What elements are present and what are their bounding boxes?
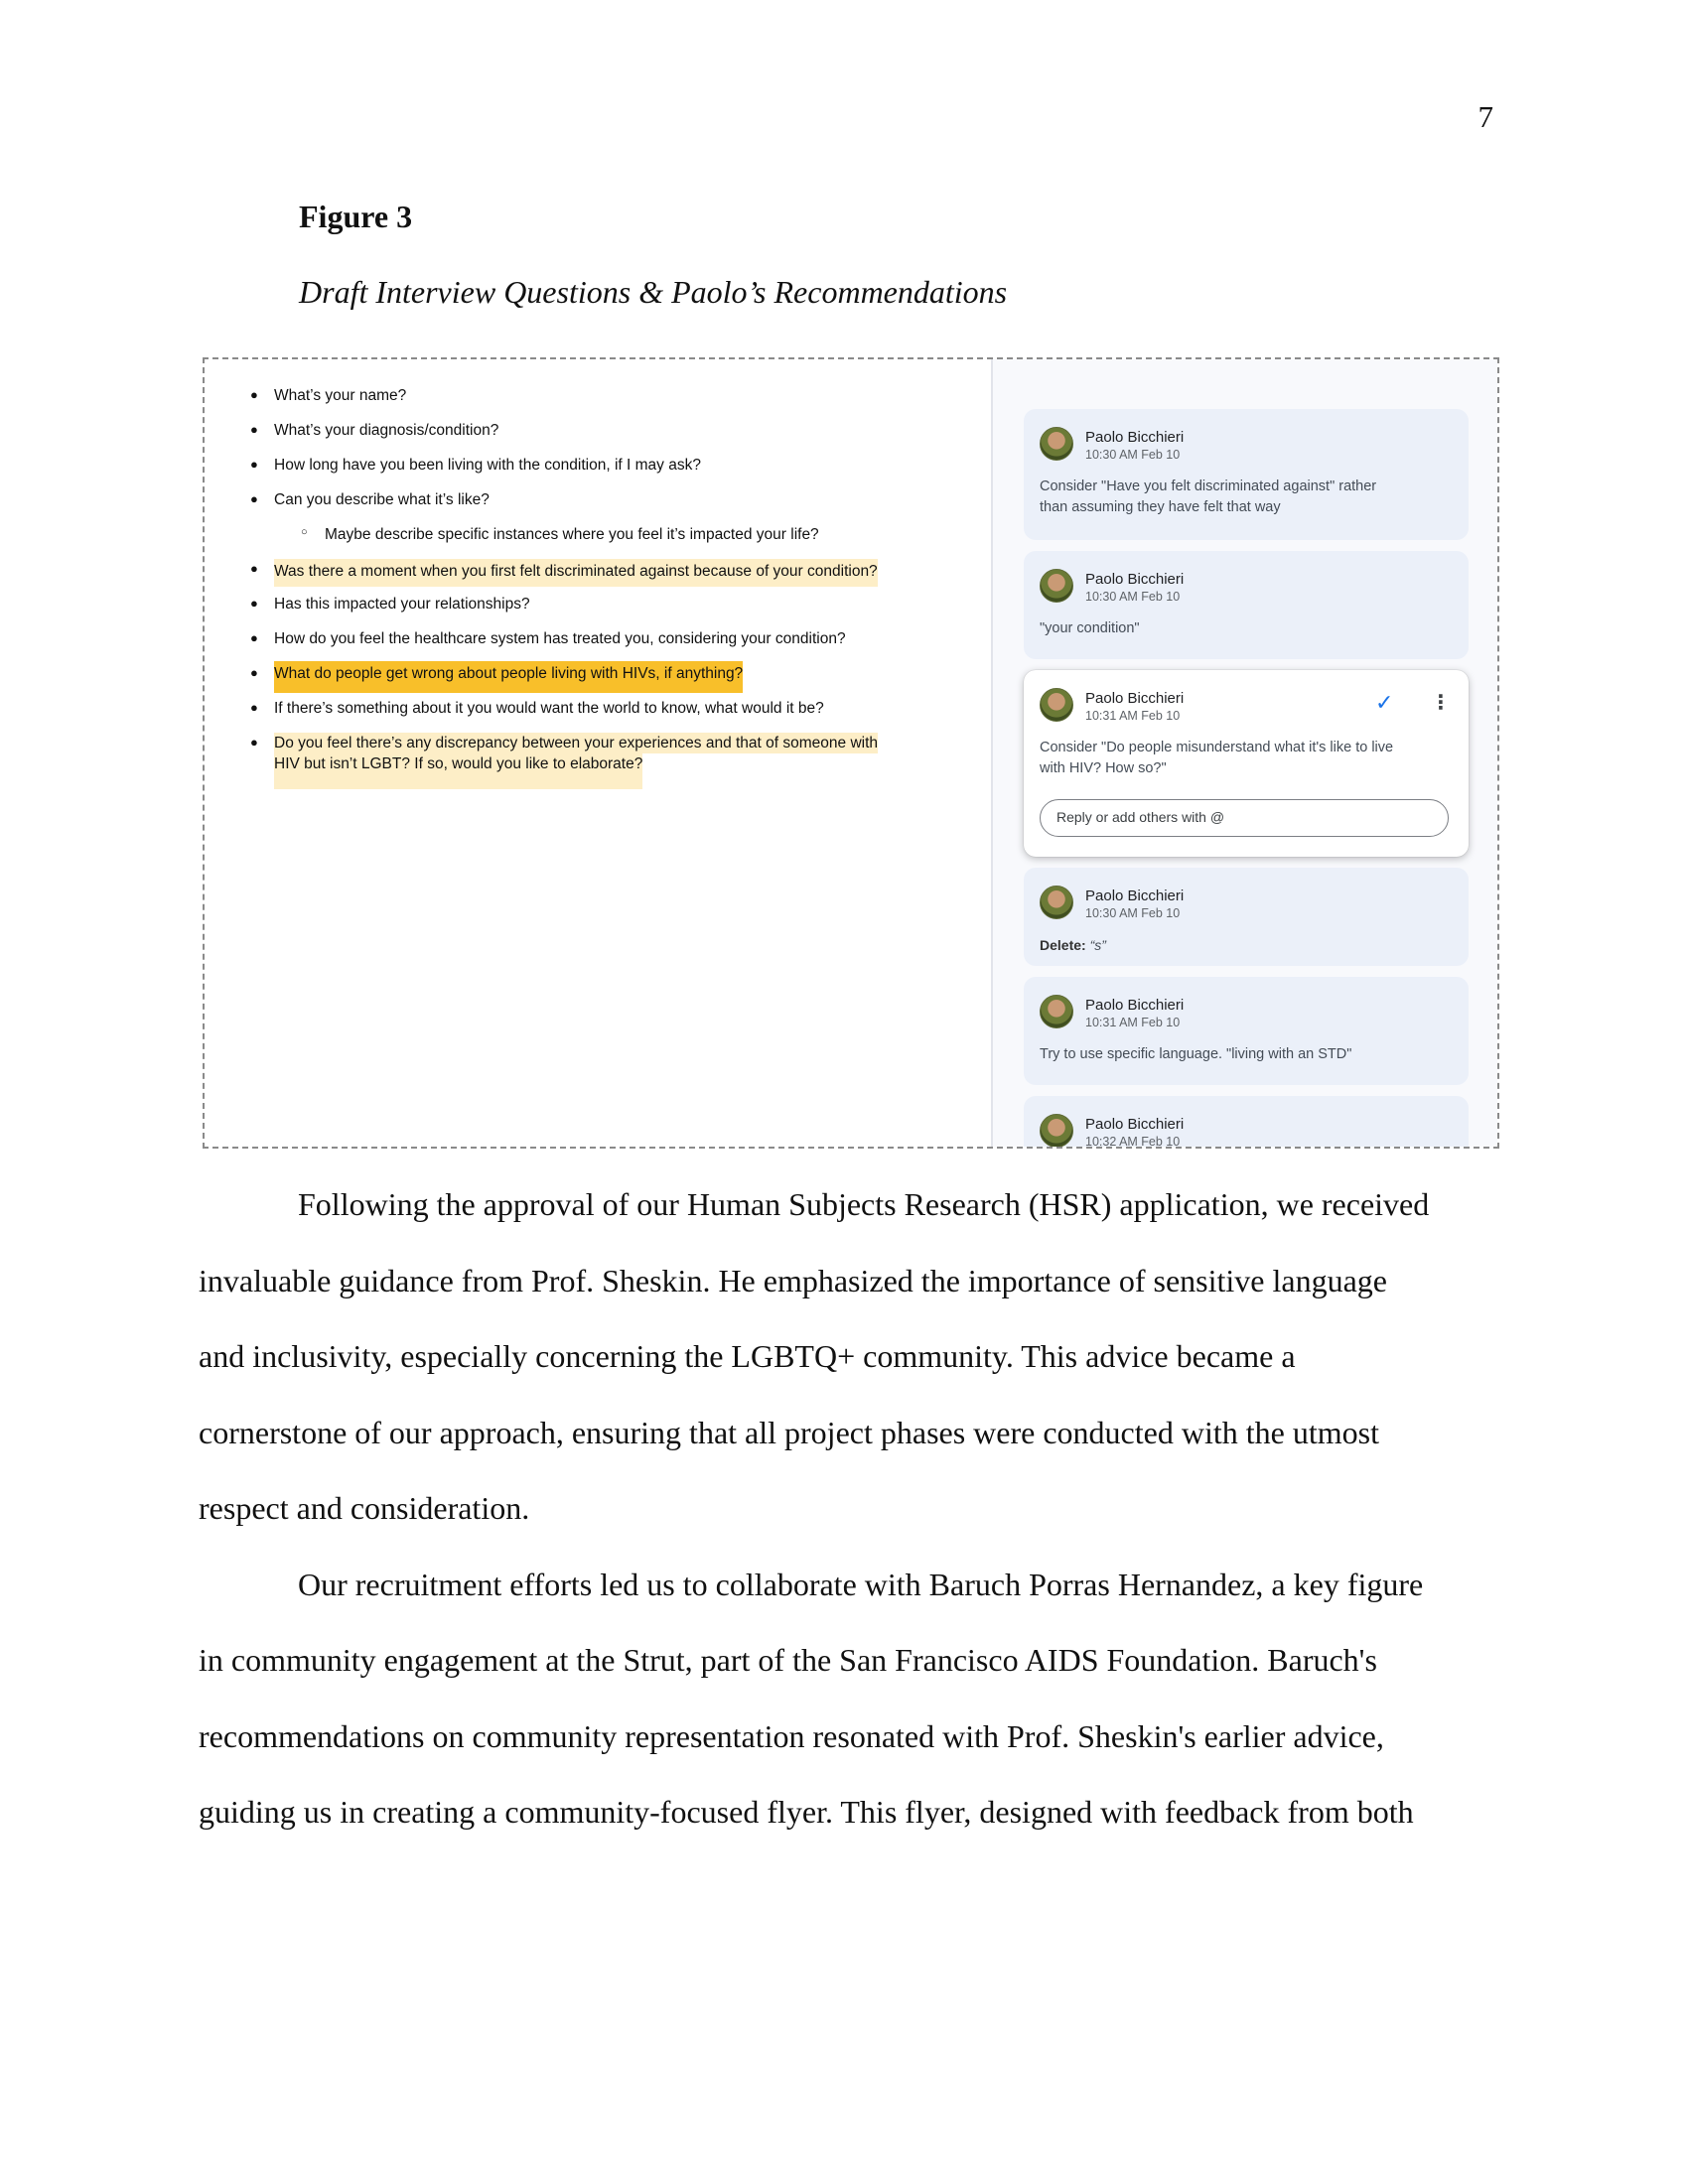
comments-sidebar: Paolo Bicchieri 10:30 AM Feb 10 Consider… bbox=[991, 359, 1497, 1147]
comment-text: Consider "Have you felt discriminated ag… bbox=[1040, 478, 1377, 494]
question-item-highlighted[interactable]: Was there a moment when you first felt d… bbox=[274, 559, 878, 587]
question-item: Can you describe what it’s like? bbox=[274, 491, 490, 508]
body-line: cornerstone of our approach, ensuring th… bbox=[199, 1414, 1379, 1450]
comment-author: Paolo Bicchieri bbox=[1085, 429, 1185, 446]
bullet: ● bbox=[250, 491, 258, 506]
comment-text: Try to use specific language. "living wi… bbox=[1040, 1046, 1352, 1062]
question-subitem: Maybe describe specific instances where … bbox=[325, 526, 819, 543]
question-item-highlighted[interactable]: Do you feel there’s any discrepancy betw… bbox=[274, 733, 879, 753]
avatar bbox=[1040, 427, 1073, 461]
question-item: If there’s something about it you would … bbox=[274, 700, 824, 717]
comment-author: Paolo Bicchieri bbox=[1085, 1116, 1185, 1133]
body-line: respect and consideration. bbox=[199, 1490, 530, 1526]
bullet: ● bbox=[250, 457, 258, 472]
question-item: Has this impacted your relationships? bbox=[274, 596, 530, 613]
comment-author: Paolo Bicchieri bbox=[1085, 997, 1185, 1014]
question-item: How long have you been living with the c… bbox=[274, 457, 701, 474]
body-line: and inclusivity, especially concerning t… bbox=[199, 1338, 1296, 1374]
document-pane: ● What’s your name? ● What’s your diagno… bbox=[205, 359, 991, 1147]
comment-time: 10:31 AM Feb 10 bbox=[1085, 709, 1181, 723]
bullet: ● bbox=[250, 387, 258, 402]
check-icon[interactable]: ✓ bbox=[1375, 692, 1397, 714]
more-vert-icon[interactable]: ⋮ bbox=[1431, 692, 1451, 714]
body-line: Following the approval of our Human Subj… bbox=[298, 1186, 1430, 1222]
bullet: ● bbox=[250, 422, 258, 437]
question-item: What’s your name? bbox=[274, 387, 407, 404]
comment-author: Paolo Bicchieri bbox=[1085, 571, 1185, 588]
body-line: Our recruitment efforts led us to collab… bbox=[298, 1566, 1424, 1602]
avatar bbox=[1040, 1114, 1073, 1147]
comment-card[interactable]: Paolo Bicchieri 10:30 AM Feb 10 Consider… bbox=[1024, 409, 1469, 540]
bullet: ● bbox=[250, 735, 258, 750]
comment-text: than assuming they have felt that way bbox=[1040, 499, 1281, 515]
comment-card[interactable]: Paolo Bicchieri 10:30 AM Feb 10 "your co… bbox=[1024, 551, 1469, 659]
body-line: in community engagement at the Strut, pa… bbox=[199, 1642, 1377, 1678]
bullet: ● bbox=[250, 596, 258, 611]
figure-screenshot: ● What’s your name? ● What’s your diagno… bbox=[203, 357, 1499, 1149]
avatar bbox=[1040, 995, 1073, 1028]
avatar bbox=[1040, 569, 1073, 603]
comment-text: with HIV? How so?" bbox=[1040, 760, 1167, 776]
comment-author: Paolo Bicchieri bbox=[1085, 887, 1185, 904]
page-number: 7 bbox=[1477, 99, 1494, 134]
comment-text: Consider "Do people misunderstand what i… bbox=[1040, 740, 1394, 755]
reply-input[interactable]: Reply or add others with @ bbox=[1040, 799, 1449, 837]
comment-text: Delete: “s” bbox=[1040, 935, 1447, 956]
question-item: What’s your diagnosis/condition? bbox=[274, 422, 499, 439]
comment-text: "your condition" bbox=[1040, 620, 1140, 636]
comment-card[interactable]: Paolo Bicchieri 10:32 AM Feb 10 bbox=[1024, 1096, 1469, 1149]
comment-card[interactable]: Paolo Bicchieri 10:30 AM Feb 10 Delete: … bbox=[1024, 868, 1469, 966]
comment-author: Paolo Bicchieri bbox=[1085, 690, 1185, 707]
body-line: guiding us in creating a community-focus… bbox=[199, 1794, 1414, 1830]
bullet: ● bbox=[250, 630, 258, 645]
deleted-text: “s” bbox=[1089, 937, 1106, 953]
bullet: ● bbox=[250, 700, 258, 715]
bullet: ● bbox=[250, 561, 258, 576]
comment-time: 10:30 AM Feb 10 bbox=[1085, 590, 1181, 604]
body-line: recommendations on community representat… bbox=[199, 1717, 1384, 1754]
avatar bbox=[1040, 886, 1073, 919]
comment-card-active[interactable]: Paolo Bicchieri 10:31 AM Feb 10 ✓ ⋮ Cons… bbox=[1024, 670, 1469, 857]
question-item-highlighted[interactable]: What do people get wrong about people li… bbox=[274, 661, 744, 693]
bullet: ● bbox=[250, 665, 258, 680]
delete-label: Delete: bbox=[1040, 937, 1086, 953]
sub-bullet: ○ bbox=[301, 526, 308, 538]
comment-time: 10:31 AM Feb 10 bbox=[1085, 1016, 1181, 1029]
figure-title: Draft Interview Questions & Paolo’s Reco… bbox=[299, 274, 1008, 310]
body-line: invaluable guidance from Prof. Sheskin. … bbox=[199, 1262, 1387, 1298]
avatar bbox=[1040, 688, 1073, 722]
comment-card[interactable]: Paolo Bicchieri 10:31 AM Feb 10 Try to u… bbox=[1024, 977, 1469, 1085]
figure-label: Figure 3 bbox=[299, 199, 413, 234]
comment-time: 10:30 AM Feb 10 bbox=[1085, 448, 1181, 462]
comment-time: 10:30 AM Feb 10 bbox=[1085, 906, 1181, 920]
comment-time: 10:32 AM Feb 10 bbox=[1085, 1135, 1181, 1149]
body-paragraph: Following the approval of our Human Subj… bbox=[199, 1166, 1509, 1850]
question-item-highlighted[interactable]: HIV but isn’t LGBT? If so, would you lik… bbox=[274, 753, 643, 789]
question-item: How do you feel the healthcare system ha… bbox=[274, 630, 846, 647]
